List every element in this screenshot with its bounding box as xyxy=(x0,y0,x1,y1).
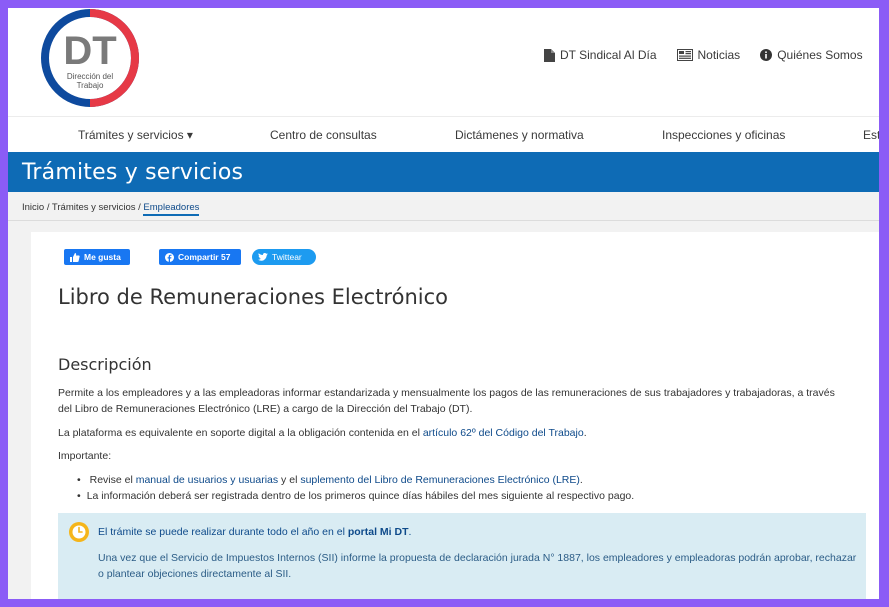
nav-item-centro-consultas[interactable]: Centro de consultas xyxy=(270,128,377,142)
toplink-label: DT Sindical Al Día xyxy=(560,48,657,62)
browser-viewport: DT Dirección del Trabajo DT Sindical Al … xyxy=(8,8,879,599)
logo-line1: Dirección del xyxy=(67,72,113,81)
list-item: Revise el manual de usuarios y usuarias … xyxy=(77,472,634,488)
bullet-list: Revise el manual de usuarios y usuarias … xyxy=(77,472,634,504)
list-text: Revise el xyxy=(89,474,136,486)
nav-item-dictamenes[interactable]: Dictámenes y normativa xyxy=(455,128,584,142)
info-text: El trámite se puede realizar durante tod… xyxy=(98,526,348,538)
facebook-icon xyxy=(165,252,174,262)
nav-item-tramites[interactable]: Trámites y servicios ▾ xyxy=(78,128,193,142)
section-banner: Trámites y servicios xyxy=(8,152,879,192)
document-icon xyxy=(544,48,555,62)
banner-title: Trámites y servicios xyxy=(22,160,244,185)
tweet-label: Twittear xyxy=(272,252,302,262)
paragraph-end: . xyxy=(583,427,587,439)
facebook-like-button[interactable]: Me gusta xyxy=(64,249,130,265)
toplink-label: Noticias xyxy=(697,48,741,62)
page-title: Libro de Remuneraciones Electrónico xyxy=(58,285,448,309)
paragraph-text: La plataforma es equivalente en soporte … xyxy=(58,427,423,439)
info-line-2: Una vez que el Servicio de Impuestos Int… xyxy=(98,552,857,580)
articulo-62-link[interactable]: artículo 62º del Código del Trabajo xyxy=(423,427,584,439)
content-card: Me gusta Compartir 57 Twittear Libro de … xyxy=(31,232,879,599)
dt-logo[interactable]: DT Dirección del Trabajo xyxy=(41,9,139,107)
breadcrumb-current[interactable]: Empleadores xyxy=(143,202,200,216)
toplink-dt-sindical[interactable]: DT Sindical Al Día xyxy=(544,48,657,62)
suplemento-lre-link[interactable]: suplemento del Libro de Remuneraciones E… xyxy=(300,474,580,486)
section-heading: Descripción xyxy=(58,355,152,374)
manual-usuarios-link[interactable]: manual de usuarios y usuarias xyxy=(136,474,278,486)
thumbs-up-icon xyxy=(70,252,80,262)
platform-paragraph: La plataforma es equivalente en soporte … xyxy=(58,425,848,441)
logo-initials: DT xyxy=(63,29,116,73)
info-box: El trámite se puede realizar durante tod… xyxy=(58,513,866,599)
list-text: . xyxy=(579,474,583,486)
toplink-label: Quiénes Somos xyxy=(777,48,863,62)
info-line-1: El trámite se puede realizar durante tod… xyxy=(98,526,411,538)
like-label: Me gusta xyxy=(84,252,121,262)
facebook-share-button[interactable]: Compartir 57 xyxy=(159,249,241,265)
toplink-noticias[interactable]: Noticias xyxy=(676,48,741,62)
importante-label: Importante: xyxy=(58,450,112,462)
toplink-quienes-somos[interactable]: Quiénes Somos xyxy=(760,48,863,62)
twitter-bird-icon xyxy=(258,253,268,261)
divider xyxy=(8,220,879,221)
breadcrumb-prefix: Inicio / Trámites y servicios / xyxy=(22,202,144,213)
info-end: . xyxy=(408,526,412,538)
share-label: Compartir 57 xyxy=(178,252,231,262)
list-text: y el xyxy=(278,474,301,486)
description-paragraph: Permite a los empleadores y a las emplea… xyxy=(58,387,835,415)
portal-mi-dt-link[interactable]: portal Mi DT xyxy=(348,526,409,538)
list-item: La información deberá ser registrada den… xyxy=(77,488,634,504)
top-links: DT Sindical Al Día Noticias Quiénes Somo… xyxy=(544,48,879,62)
twitter-tweet-button[interactable]: Twittear xyxy=(252,249,316,265)
nav-item-inspecciones[interactable]: Inspecciones y oficinas xyxy=(662,128,785,142)
newspaper-icon xyxy=(676,49,693,61)
logo-line2: Trabajo xyxy=(77,81,104,90)
breadcrumb: Inicio / Trámites y servicios / Empleado… xyxy=(22,202,200,216)
main-nav: Trámites y servicios ▾ Centro de consult… xyxy=(8,116,879,152)
clock-icon xyxy=(69,522,89,542)
nav-item-estudios[interactable]: Est xyxy=(863,128,879,142)
info-circle-icon xyxy=(760,49,773,61)
site-header: DT Dirección del Trabajo DT Sindical Al … xyxy=(8,8,879,116)
